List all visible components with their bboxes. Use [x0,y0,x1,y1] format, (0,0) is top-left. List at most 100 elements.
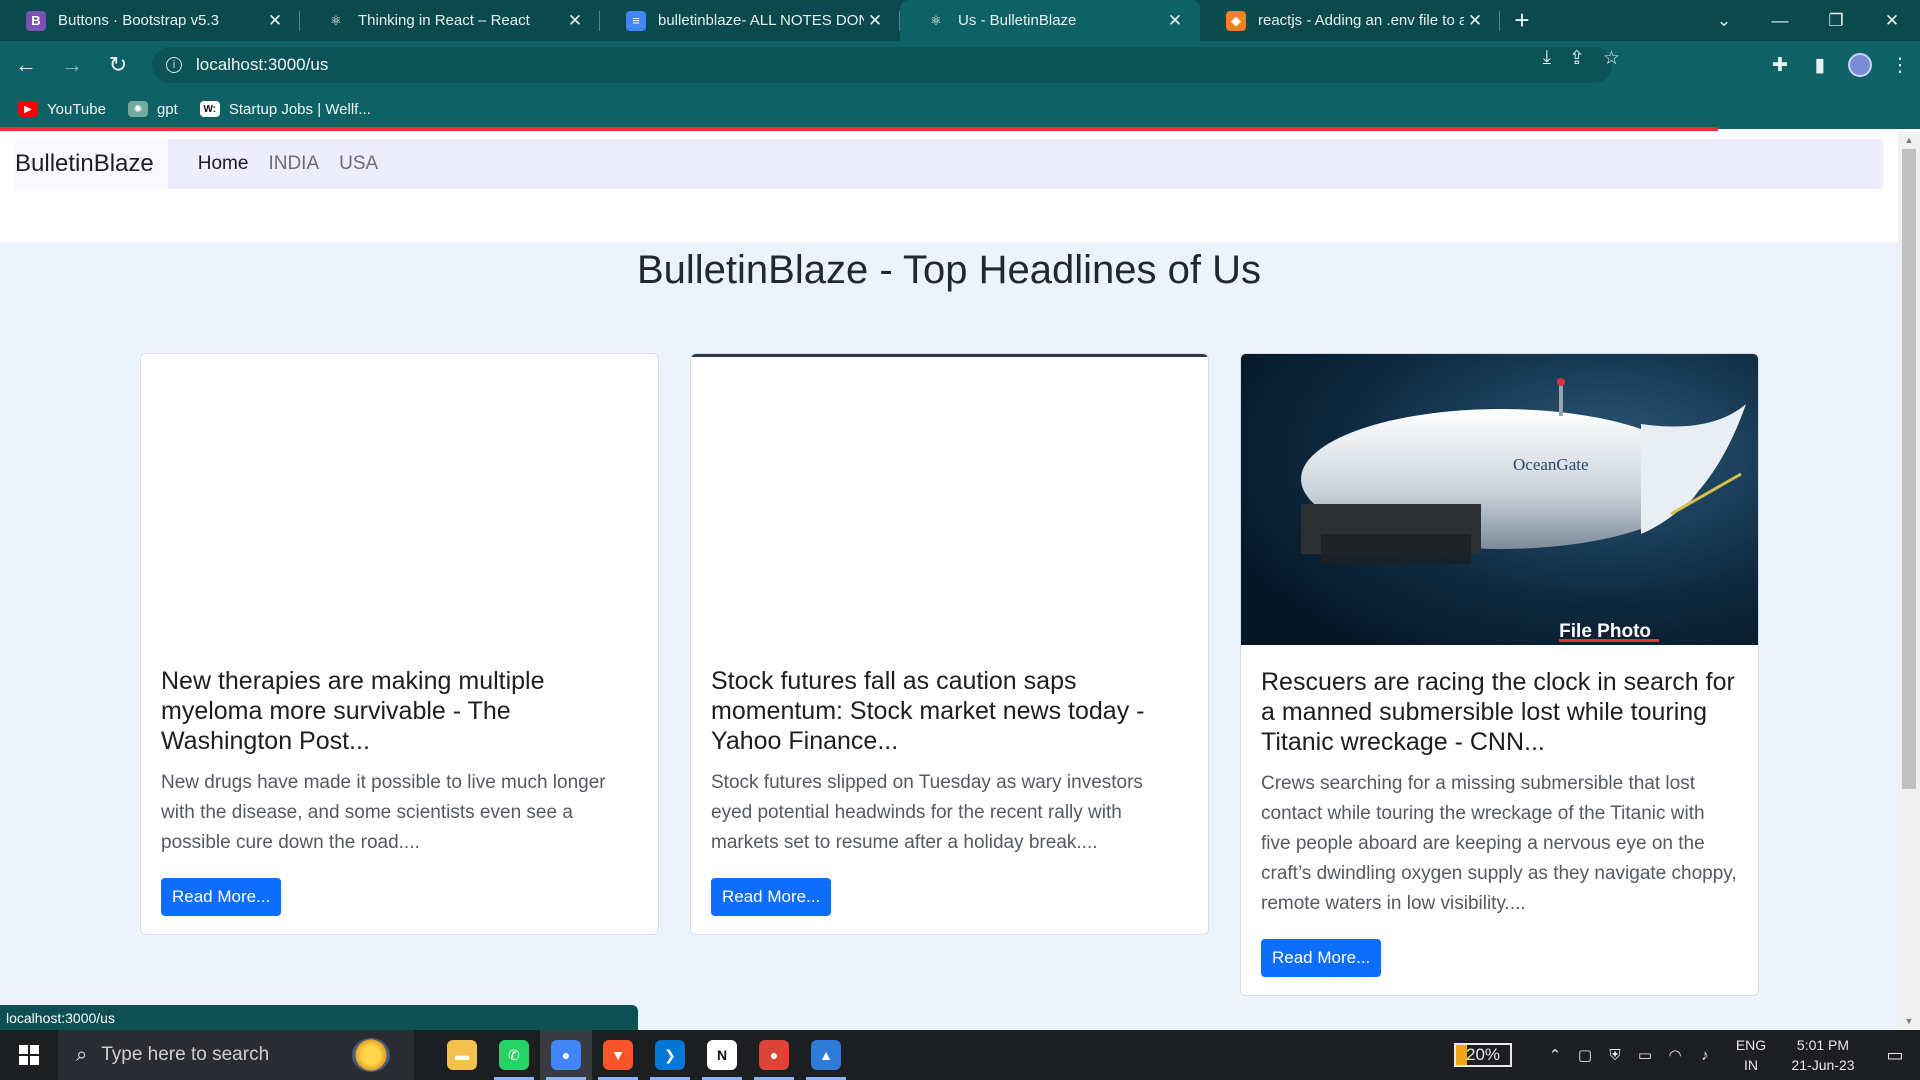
tab-favicon-icon: ⚛ [326,10,346,31]
news-card: Stock futures fall as caution saps momen… [690,353,1209,935]
show-hidden-icons-icon[interactable]: ⌃ [1540,1046,1570,1064]
clock-date: 21-Jun-23 [1791,1057,1855,1073]
close-window-button[interactable]: ✕ [1864,0,1920,41]
page-viewport: BulletinBlaze Home INDIA USA BulletinBlaze… [0,131,1898,1030]
search-icon: ⌕ [76,1043,88,1066]
language-indicator[interactable]: ENG IN [1726,1035,1776,1075]
tab-strip: B Buttons · Bootstrap v5.3 ✕ ⚛ Thinking in R… [0,0,1920,41]
forward-button[interactable]: → [52,45,92,85]
tab-favicon-icon: B [26,10,46,31]
scroll-up-icon[interactable]: ▲ [1898,131,1920,149]
side-panel-icon[interactable]: ▮ [1800,54,1840,77]
read-more-button[interactable]: Read More... [711,878,832,916]
tab-title: Buttons · Bootstrap v5.3 [58,12,219,29]
tab-close-icon[interactable]: ✕ [864,11,886,31]
tab-title: reactjs - Adding an .env file to a R [1258,12,1464,29]
news-card-title: New therapies are making multiple myelom… [161,667,545,755]
whatsapp-icon[interactable]: ✆ [488,1030,540,1080]
bookmark-item[interactable]: W: Startup Jobs | Wellf... [199,101,371,118]
app-glyph: ● [759,1040,789,1070]
link-status-bubble: localhost:3000/us [0,1005,638,1031]
scroll-down-icon[interactable]: ▼ [1898,1012,1920,1030]
tab-title: bulletinblaze- ALL NOTES DONE! [658,12,864,29]
device-icon[interactable]: ▢ [1570,1046,1600,1064]
omnibox-actions: ⤓ ⇪ ☆ [1543,47,1620,70]
battery-percentage: 20% [1465,1045,1501,1064]
taskbar-search[interactable]: ⌕ Type here to search [58,1030,414,1080]
site-info-icon[interactable]: i [166,57,182,73]
browser-tab[interactable]: ⚛ Thinking in React – React ✕ [300,0,600,41]
news-card-description: Crews searching for a missing submersibl… [1261,773,1737,914]
tab-favicon-icon: ◆ [1226,10,1246,31]
restore-button[interactable]: ❐ [1808,0,1864,41]
news-image [141,354,658,644]
search-placeholder: Type here to search [101,1044,270,1065]
start-button[interactable] [0,1030,58,1080]
region-code: IN [1744,1057,1758,1073]
extensions-puzzle-icon[interactable]: ✚ [1760,54,1800,77]
wellfound-icon: W: [199,101,220,117]
browser-tab[interactable]: ≡ bulletinblaze- ALL NOTES DONE! ✕ [600,0,900,41]
app-glyph: ▲ [811,1040,841,1070]
bookmarks-bar: ▶ YouTube ✺ gpt W: Startup Jobs | Wellf... [0,89,1920,129]
security-icon[interactable]: ⛨ [1600,1047,1630,1064]
reload-button[interactable]: ↻ [98,45,138,85]
news-image [691,354,1208,644]
brave-icon[interactable]: ▼ [592,1030,644,1080]
back-button[interactable]: ← [6,45,46,85]
url-text: localhost:3000/us [196,55,329,74]
bookmark-item[interactable]: ▶ YouTube [18,101,106,118]
youtube-icon: ▶ [18,101,38,117]
scrollbar-thumb[interactable] [1902,149,1916,789]
news-image-submersible: OceanGate File Photo [1241,354,1758,645]
battery-icon[interactable]: ▭ [1630,1046,1660,1064]
site-brand[interactable]: BulletinBlaze [15,139,168,189]
bookmark-label: gpt [156,100,178,118]
volume-icon[interactable]: ♪ [1690,1047,1720,1064]
nav-link-usa[interactable]: USA [339,153,378,175]
tab-close-icon[interactable]: ✕ [564,11,586,31]
news-card-description: Stock futures slipped on Tuesday as wary… [711,772,1143,853]
tab-close-icon[interactable]: ✕ [264,11,286,31]
language-code: ENG [1735,1037,1767,1053]
image-caption: File Photo [1559,621,1651,642]
install-app-icon[interactable]: ⤓ [1543,47,1551,70]
share-icon[interactable]: ⇪ [1569,47,1585,70]
tab-favicon-icon: ≡ [626,10,646,31]
nav-link-india[interactable]: INDIA [268,153,319,175]
taskbar-clock[interactable]: 5:01 PM 21-Jun-23 [1776,1035,1870,1075]
chrome-profile-icon[interactable]: ● [748,1030,800,1080]
browser-tab[interactable]: ⚛ Us - BulletinBlaze ✕ [900,0,1200,41]
notion-icon[interactable]: N [696,1030,748,1080]
news-card: OceanGate File Photo Rescuers are racing… [1240,353,1759,996]
read-more-button[interactable]: Read More... [1261,939,1382,977]
page-title: BulletinBlaze - Top Headlines of Us [636,248,1262,292]
vscode-icon[interactable]: ❯ [644,1030,696,1080]
browser-tab[interactable]: B Buttons · Bootstrap v5.3 ✕ [0,0,300,41]
app-glyph: ✆ [499,1040,529,1070]
minimize-button[interactable]: — [1752,0,1808,41]
page-scrollbar[interactable]: ▲ ▼ [1898,131,1920,1030]
tab-title: Us - BulletinBlaze [958,12,1077,29]
menu-kebab-icon[interactable]: ⋮ [1880,54,1920,77]
new-tab-button[interactable]: + [1500,0,1544,41]
file-explorer-icon[interactable]: ▬ [436,1030,488,1080]
chrome-icon[interactable]: ● [540,1030,592,1080]
bookmark-star-icon[interactable]: ☆ [1603,47,1620,70]
tab-close-icon[interactable]: ✕ [1464,11,1486,31]
nav-link-home[interactable]: Home [198,153,249,175]
battery-indicator[interactable]: 20% [1454,1043,1512,1067]
wifi-icon[interactable]: ◠ [1660,1046,1690,1064]
bookmark-item[interactable]: ✺ gpt [127,100,178,118]
tab-close-icon[interactable]: ✕ [1164,11,1186,31]
tab-search-icon[interactable]: ⌄ [1696,0,1752,41]
submersible-illustration: OceanGate File Photo [1241,354,1758,645]
browser-tab[interactable]: ◆ reactjs - Adding an .env file to a R ✕ [1200,0,1500,41]
photos-icon[interactable]: ▲ [800,1030,852,1080]
notifications-icon[interactable]: ▭ [1870,1045,1920,1066]
profile-avatar[interactable] [1848,53,1872,77]
address-bar[interactable]: i localhost:3000/us [152,47,1612,83]
read-more-button[interactable]: Read More... [161,878,282,916]
weather-icon[interactable] [352,1038,390,1072]
clock-time: 5:01 PM [1796,1037,1850,1053]
